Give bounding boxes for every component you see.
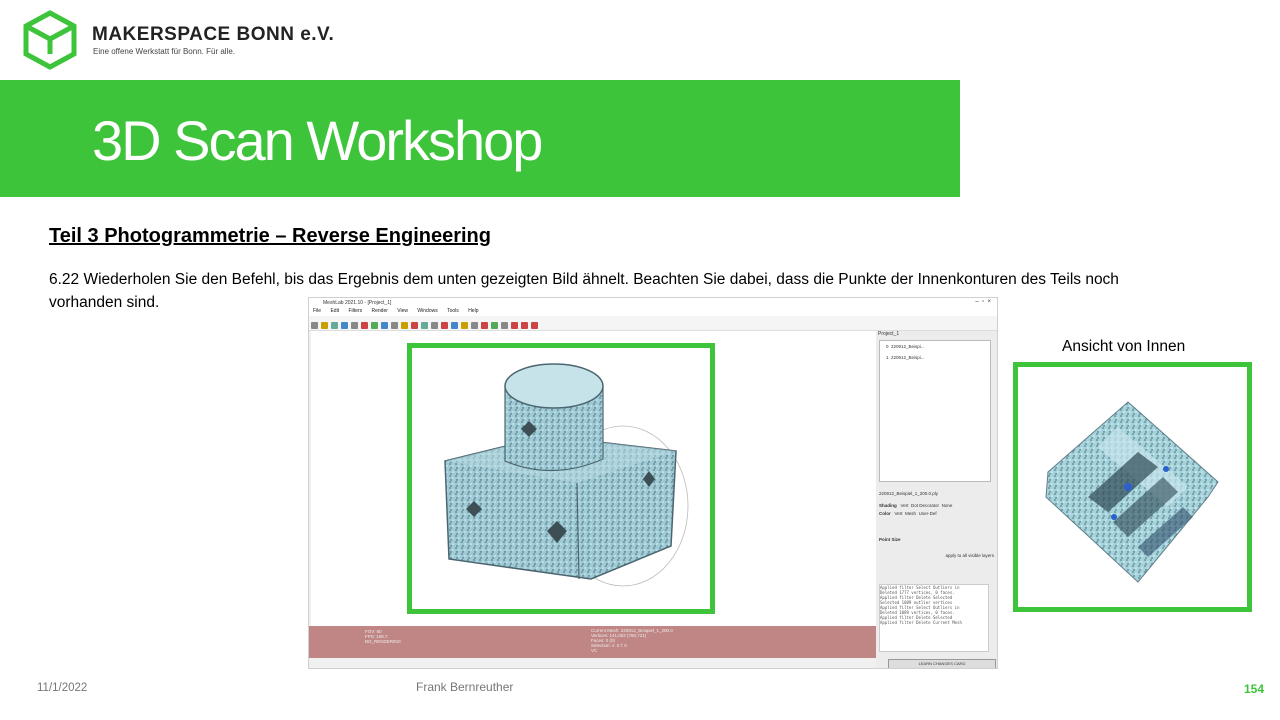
status-right: Current Mesh: 220912_Beispiel_1_200.0 Ve…	[591, 628, 673, 653]
app-toolbar	[309, 316, 997, 331]
toolbar-tool-icon[interactable]	[451, 322, 458, 329]
menu-help[interactable]: Help	[468, 308, 478, 314]
inner-scan-view-icon	[1045, 401, 1219, 583]
log-button[interactable]: LEARN CHANGES CARD	[888, 659, 996, 668]
app-titlebar: MeshLab 2021.10 - [Project_1] – ▫ ×	[309, 298, 997, 308]
toolbar-tool-icon[interactable]	[351, 322, 358, 329]
makerspace-hexagon-logo-icon	[23, 10, 77, 70]
status-bar: FOV: 60 FPS: 108.7 BO_RENDERING Current …	[309, 626, 876, 658]
footer-date: 11/1/2022	[37, 682, 88, 694]
toolbar-tool-icon[interactable]	[361, 322, 368, 329]
toolbar-tool-icon[interactable]	[531, 322, 538, 329]
layer-panel: Project_1 0 220912_Beispi... 1 220912_Be…	[876, 331, 997, 668]
inner-view-label: Ansicht von Innen	[1062, 338, 1186, 355]
toolbar-tool-icon[interactable]	[371, 322, 378, 329]
layer-list[interactable]: 0 220912_Beispi... 1 220912_Beispi...	[879, 340, 991, 482]
shading-option[interactable]: Dot Decorator	[911, 503, 939, 508]
menu-filters[interactable]: Filters	[348, 308, 362, 314]
footer-author: Frank Bernreuther	[416, 680, 514, 694]
menu-file[interactable]: File	[313, 308, 321, 314]
menu-edit[interactable]: Edit	[330, 308, 339, 314]
toolbar-tool-icon[interactable]	[491, 322, 498, 329]
toolbar-tool-icon[interactable]	[321, 322, 328, 329]
render-properties: 220912_Beispiel_1_200.0.ply Shading Vert…	[879, 491, 994, 559]
shading-label: Shading	[879, 503, 897, 508]
org-name: MAKERSPACE BONN e.V.	[92, 24, 335, 45]
point-size-label: Point Size	[879, 537, 901, 542]
color-option[interactable]: Mesh	[905, 511, 916, 516]
menu-windows[interactable]: Windows	[417, 308, 437, 314]
toolbar-tool-icon[interactable]	[461, 322, 468, 329]
toolbar-tool-icon[interactable]	[341, 322, 348, 329]
app-menu-bar: File Edit Filters Render View Windows To…	[309, 308, 997, 316]
toolbar-tool-icon[interactable]	[401, 322, 408, 329]
slide-title: 3D Scan Workshop	[92, 109, 543, 172]
section-title: Teil 3 Photogrammetrie – Reverse Enginee…	[49, 225, 491, 247]
toolbar-tool-icon[interactable]	[521, 322, 528, 329]
window-controls-icon[interactable]: – ▫ ×	[975, 299, 991, 305]
toolbar-tool-icon[interactable]	[511, 322, 518, 329]
org-tagline: Eine offene Werkstatt für Bonn. Für alle…	[93, 47, 235, 56]
shading-option[interactable]: None	[942, 503, 953, 508]
current-file: 220912_Beispiel_1_200.0.ply	[879, 491, 939, 496]
highlight-frame-main	[407, 343, 715, 614]
status-left: FOV: 60 FPS: 108.7 BO_RENDERING	[365, 629, 402, 644]
shading-option[interactable]: Vert	[901, 503, 909, 508]
toolbar-tool-icon[interactable]	[391, 322, 398, 329]
toolbar-tool-icon[interactable]	[471, 322, 478, 329]
color-option[interactable]: User-Def	[919, 511, 937, 516]
page-number: 154	[1244, 682, 1265, 696]
toolbar-tool-icon[interactable]	[431, 322, 438, 329]
apply-all-label[interactable]: apply to all visible layers	[945, 553, 994, 558]
toolbar-tool-icon[interactable]	[381, 322, 388, 329]
toolbar-tool-icon[interactable]	[421, 322, 428, 329]
app-window-title: MeshLab 2021.10 - [Project_1]	[323, 300, 392, 306]
log-window: Applied filter Select Outliers in Delete…	[879, 584, 989, 652]
toolbar-tool-icon[interactable]	[481, 322, 488, 329]
layer-panel-title: Project_1	[878, 331, 900, 337]
highlight-frame-inner	[1013, 362, 1252, 612]
menu-render[interactable]: Render	[371, 308, 387, 314]
toolbar-tool-icon[interactable]	[331, 322, 338, 329]
color-option[interactable]: Vert	[895, 511, 903, 516]
layer-row[interactable]: 1 220912_Beispi...	[880, 352, 990, 363]
toolbar-tool-icon[interactable]	[441, 322, 448, 329]
menu-view[interactable]: View	[397, 308, 408, 314]
toolbar-tool-icon[interactable]	[311, 322, 318, 329]
layer-row[interactable]: 0 220912_Beispi...	[880, 341, 990, 352]
menu-tools[interactable]: Tools	[447, 308, 459, 314]
toolbar-tool-icon[interactable]	[411, 322, 418, 329]
toolbar-tool-icon[interactable]	[501, 322, 508, 329]
color-label: Color	[879, 511, 891, 516]
